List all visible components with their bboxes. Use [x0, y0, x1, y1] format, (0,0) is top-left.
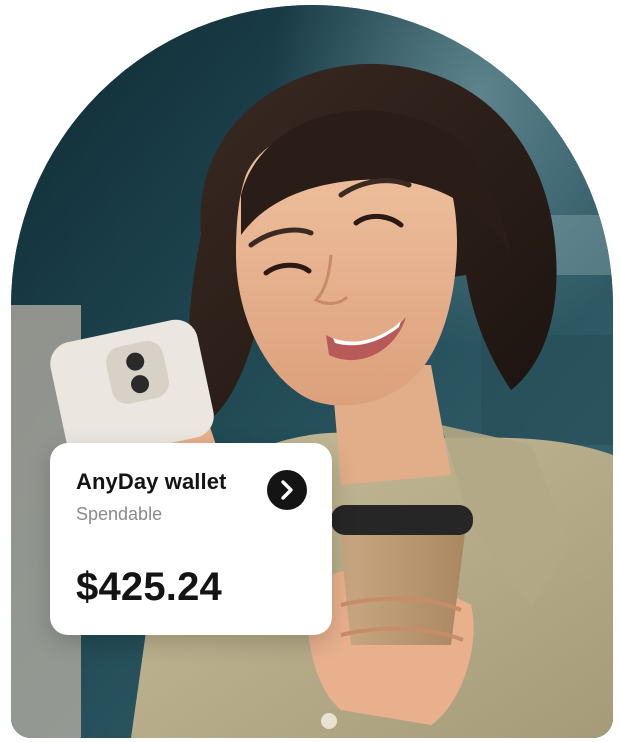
wallet-open-button[interactable]	[267, 470, 307, 510]
wallet-title: AnyDay wallet	[76, 469, 227, 494]
wallet-balance: $425.24	[76, 565, 222, 609]
wallet-subtitle: Spendable	[76, 504, 163, 524]
hero-illustration: AnyDay wallet Spendable $425.24	[0, 0, 620, 742]
chevron-right-icon	[281, 480, 293, 500]
wallet-card[interactable]: AnyDay wallet Spendable $425.24	[50, 443, 332, 635]
